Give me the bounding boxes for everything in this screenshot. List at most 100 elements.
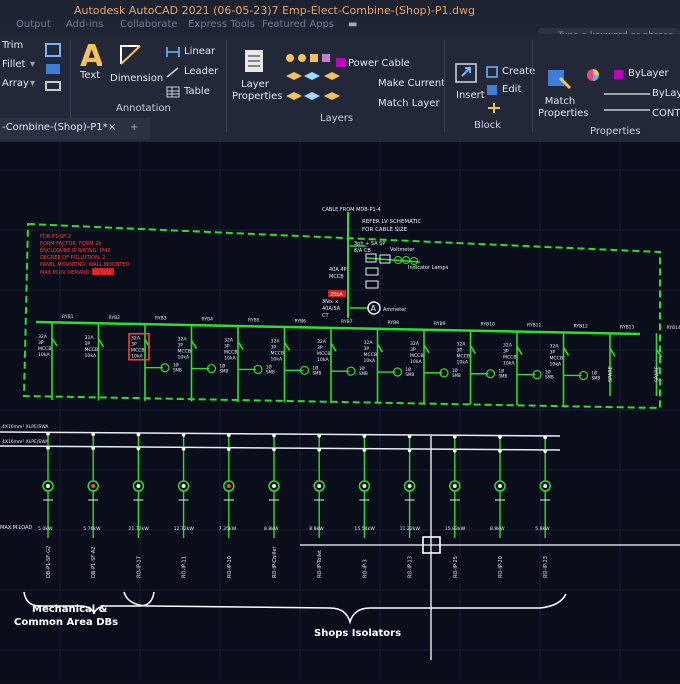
leader-button[interactable]: Leader — [184, 66, 218, 77]
tab-express-tools[interactable]: Express Tools — [188, 19, 255, 30]
meter-label: SMB — [499, 374, 508, 379]
make-current-button[interactable]: Make Current — [378, 78, 445, 89]
color-dropdown[interactable]: ByLayer — [628, 68, 669, 79]
layer-tools-icons[interactable] — [284, 52, 344, 116]
incomer-type: MCCB — [329, 274, 344, 280]
text-icon[interactable]: A — [78, 38, 102, 72]
current-layer-dropdown[interactable]: Power Cable — [348, 58, 410, 69]
voltmeter-label: Voltmeter — [390, 247, 415, 253]
breaker-rating: 10kA — [550, 361, 563, 367]
fuse-box — [366, 281, 378, 288]
color-swatch-icon — [614, 70, 623, 79]
linetype-dropdown[interactable]: ByLayer — [652, 88, 680, 99]
match-properties-icon[interactable] — [546, 68, 572, 92]
spd-label-1: 3ph + SA SP — [354, 241, 385, 247]
block-group-label[interactable]: Block — [474, 120, 501, 131]
bus-node — [498, 435, 502, 439]
breaker-rating: 3P — [364, 346, 370, 352]
lineweight-dropdown[interactable]: CONTI — [652, 108, 680, 119]
create-block-button[interactable]: Create — [502, 66, 535, 77]
insert-button[interactable]: Insert — [456, 90, 485, 101]
ry-label: RYB3 — [155, 316, 167, 322]
breaker-rating: MCCB — [457, 354, 471, 360]
breaker-rating: MCCB — [410, 353, 424, 359]
match-properties-button[interactable]: Match Properties — [538, 96, 582, 120]
breaker-rating: 32A — [131, 336, 141, 342]
dimension-icon[interactable] — [118, 42, 144, 68]
properties-group-label[interactable]: Properties — [590, 126, 641, 137]
trim-button[interactable]: Trim — [2, 40, 23, 51]
annotation-group-label[interactable]: Annotation — [116, 103, 171, 114]
breaker-rating: 3P — [85, 341, 91, 347]
bus-node — [453, 435, 457, 439]
bus-node — [91, 447, 95, 451]
breaker-rating: 10kA — [317, 357, 330, 363]
breaker-rating: 3P — [131, 342, 137, 348]
breaker-rating: 10kA — [224, 355, 237, 361]
feeder-name: RO-IP-20 — [498, 556, 504, 578]
bus-node — [453, 449, 457, 453]
layer-properties-icon[interactable] — [242, 48, 268, 76]
drawing-canvas[interactable]: CABLE FROM MDB-P1-4 REFER LV SCHEMATIC F… — [0, 142, 680, 680]
modify-tools-icon[interactable] — [44, 42, 66, 96]
breaker-rating: 3P — [224, 343, 230, 349]
match-layer-button[interactable]: Match Layer — [378, 98, 440, 109]
tab-collaborate[interactable]: Collaborate — [120, 19, 178, 30]
bus-node — [498, 449, 502, 453]
bus-node — [543, 450, 547, 454]
bus-node — [317, 434, 321, 438]
linear-icon — [166, 46, 180, 58]
text-button[interactable]: Text — [80, 70, 100, 81]
tab-output[interactable]: Output — [16, 19, 51, 30]
breaker-rating: MCCB — [224, 349, 238, 355]
breaker-rating: 32A — [503, 343, 513, 349]
dropdown-arrow-icon: ▾ — [30, 59, 35, 70]
linear-button[interactable]: Linear — [184, 46, 215, 57]
ry-label: RYB6 — [295, 318, 307, 324]
array-button[interactable]: Array — [2, 78, 29, 89]
edit-block-icon — [486, 84, 498, 96]
ct-label-3: CT — [322, 313, 329, 319]
breaker-rating: 3P — [410, 347, 416, 353]
breaker-rating: 3P — [271, 344, 277, 350]
cable-label-2: 4X16mm² XLPE/SWA — [2, 439, 49, 445]
svg-text:DEGREE OF POLLUTION: 2: DEGREE OF POLLUTION: 2 — [40, 255, 105, 261]
isolator-center — [543, 484, 547, 488]
meter-label: SMB — [406, 372, 415, 377]
feeder-name: RO-IP-13 — [408, 556, 414, 578]
ribbon-minimize-icon[interactable]: ▬ — [348, 19, 357, 30]
bus-node — [408, 435, 412, 439]
brace-right-label: Shops Isolators — [314, 628, 401, 639]
insert-block-icon[interactable] — [454, 62, 480, 86]
bus-node — [46, 432, 50, 436]
breaker-rating: 3P — [503, 349, 509, 355]
block-attribute-icon — [486, 102, 502, 114]
bus-node — [46, 446, 50, 450]
schematic-drawing[interactable]: CABLE FROM MDB-P1-4 REFER LV SCHEMATIC F… — [0, 142, 680, 680]
layer-properties-button[interactable]: Layer Properties — [232, 79, 278, 103]
brace-right — [124, 592, 566, 622]
feeder-name: RO-IP-3 — [362, 559, 368, 578]
tab-featured-apps[interactable]: Featured Apps — [262, 19, 334, 30]
brace-left-label-2: Common Area DBs — [14, 617, 118, 628]
breaker-rating: MCCB — [550, 355, 564, 361]
main-busbar — [36, 322, 640, 334]
fillet-button[interactable]: Fillet — [2, 59, 25, 70]
breaker-rating: MCCB — [503, 355, 517, 361]
tab-add-ins[interactable]: Add-ins — [66, 19, 103, 30]
breaker-rating: 32A — [271, 338, 281, 344]
close-tab-icon[interactable]: × — [108, 122, 116, 133]
breaker-rating: 10kA — [457, 360, 470, 366]
layers-group-label[interactable]: Layers — [320, 113, 353, 124]
dimension-button[interactable]: Dimension — [110, 73, 163, 84]
edit-block-button[interactable]: Edit — [502, 84, 521, 95]
new-tab-icon[interactable]: + — [130, 122, 138, 133]
document-tab-label[interactable]: -Combine-(Shop)-P1* — [2, 122, 108, 133]
breaker-rating: 32A — [550, 343, 560, 349]
isolator-center — [272, 484, 276, 488]
divider — [444, 40, 445, 132]
table-button[interactable]: Table — [184, 86, 210, 97]
document-tab[interactable]: -Combine-(Shop)-P1* × + — [0, 118, 150, 140]
meter-label: SMB — [220, 369, 229, 374]
spd-label-2: 8/A CB — [354, 248, 371, 254]
